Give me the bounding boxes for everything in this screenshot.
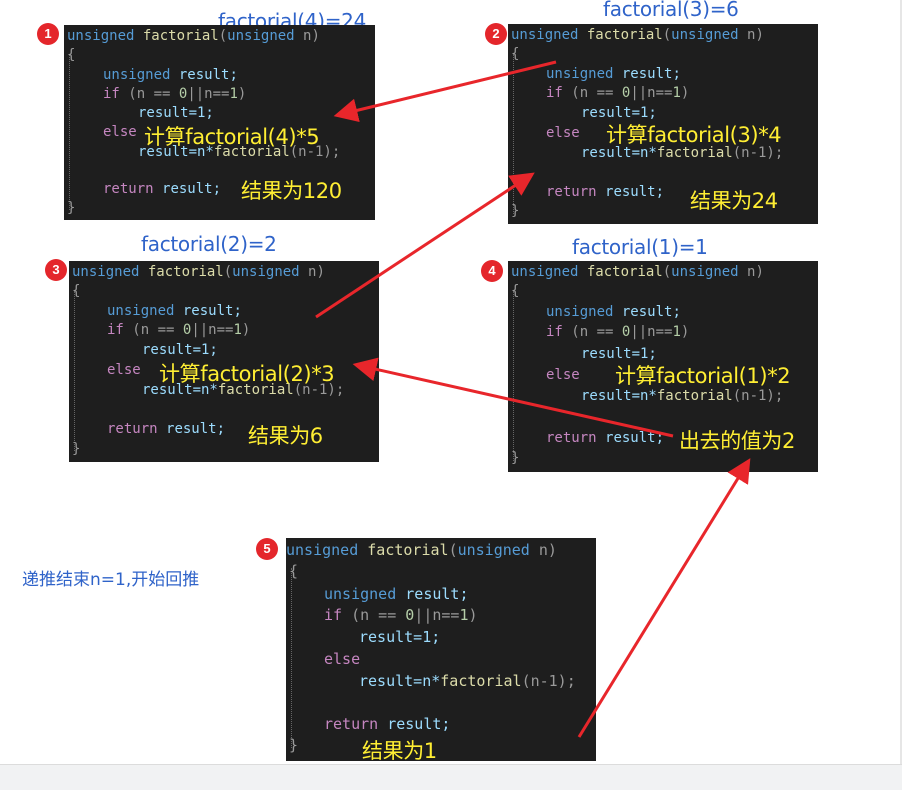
panel-2-title: factorial(3)=6 <box>603 0 739 21</box>
step-badge-2: 2 <box>485 23 507 45</box>
panel-4-calc-note: 计算factorial(1)*2 <box>615 364 791 388</box>
code-panel-5: unsigned factorial(unsigned n) { unsigne… <box>286 538 596 761</box>
panel-5-result-note: 结果为1 <box>362 739 437 763</box>
panel-1-result-note: 结果为120 <box>241 179 342 203</box>
step-badge-3: 3 <box>45 259 67 281</box>
arrow-5-to-4 <box>577 458 751 738</box>
bottom-status-bar <box>0 764 902 790</box>
side-note: 递推结束n=1,开始回推 <box>22 570 200 590</box>
panel-2-calc-note: 计算factorial(3)*4 <box>606 123 782 147</box>
step-badge-4: 4 <box>481 260 503 282</box>
panel-4-title: factorial(1)=1 <box>572 235 708 259</box>
step-badge-1: 1 <box>37 23 59 45</box>
panel-1-calc-note: 计算factorial(4)*5 <box>144 125 320 149</box>
panel-3-title: factorial(2)=2 <box>141 232 277 256</box>
panel-3-result-note: 结果为6 <box>248 424 323 448</box>
panel-3-calc-note: 计算factorial(2)*3 <box>159 362 335 386</box>
panel-4-result-note: 出去的值为2 <box>679 429 795 453</box>
panel-2-result-note: 结果为24 <box>690 189 778 213</box>
step-badge-5: 5 <box>256 538 278 560</box>
code-signature: unsigned factorial(unsigned n) <box>67 28 320 44</box>
